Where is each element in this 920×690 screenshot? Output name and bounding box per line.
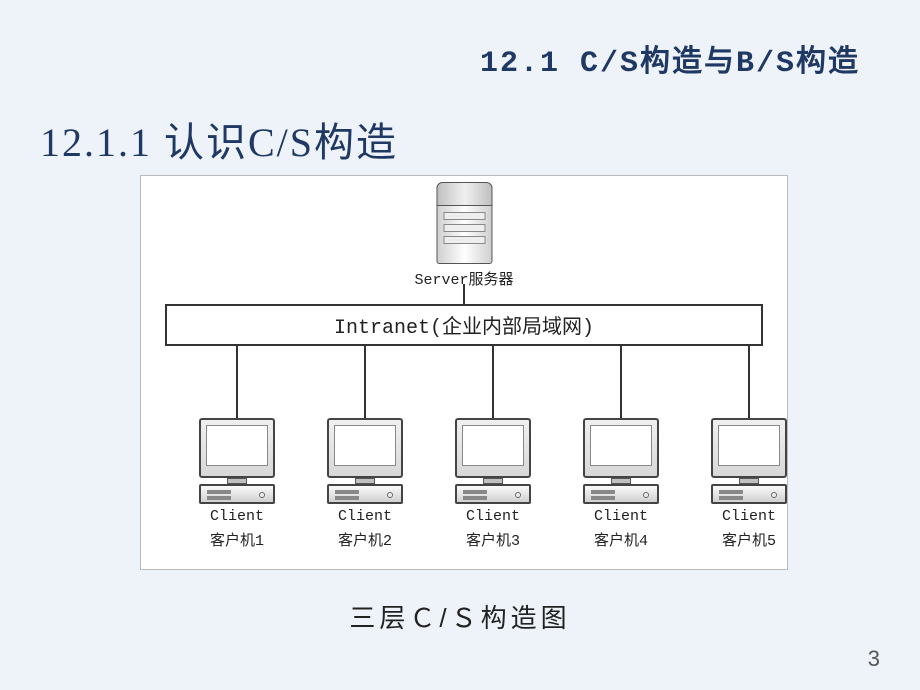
client-connection-line bbox=[364, 346, 366, 418]
monitor-icon bbox=[199, 418, 275, 478]
client-label-en: Client bbox=[187, 508, 287, 525]
pc-base-icon bbox=[455, 484, 531, 504]
client-label-en: Client bbox=[699, 508, 799, 525]
monitor-icon bbox=[583, 418, 659, 478]
client-node: Client 客户机4 bbox=[571, 418, 671, 550]
client-label-en: Client bbox=[443, 508, 543, 525]
client-label-cn: 客户机4 bbox=[571, 529, 671, 550]
client-label-cn: 客户机3 bbox=[443, 529, 543, 550]
client-node: Client 客户机2 bbox=[315, 418, 415, 550]
client-node: Client 客户机1 bbox=[187, 418, 287, 550]
pc-base-icon bbox=[583, 484, 659, 504]
client-node: Client 客户机3 bbox=[443, 418, 543, 550]
server-connection-line bbox=[463, 284, 465, 304]
client-node: Client 客户机5 bbox=[699, 418, 799, 550]
intranet-label: Intranet(企业内部局域网) bbox=[334, 310, 594, 340]
pc-base-icon bbox=[711, 484, 787, 504]
server-icon bbox=[436, 182, 492, 264]
pc-base-icon bbox=[199, 484, 275, 504]
client-connection-line bbox=[620, 346, 622, 418]
client-connection-line bbox=[236, 346, 238, 418]
section-header: 12.1 C/S构造与B/S构造 bbox=[480, 36, 860, 81]
diagram-caption: 三层Ｃ/Ｓ构造图 bbox=[0, 598, 920, 635]
subsection-title: 12.1.1 认识C/S构造 bbox=[40, 110, 398, 168]
pc-base-icon bbox=[327, 484, 403, 504]
server-node: Server服务器 bbox=[414, 182, 513, 289]
client-connection-line bbox=[492, 346, 494, 418]
client-label-en: Client bbox=[315, 508, 415, 525]
monitor-icon bbox=[327, 418, 403, 478]
client-label-cn: 客户机1 bbox=[187, 529, 287, 550]
client-label-cn: 客户机5 bbox=[699, 529, 799, 550]
client-label-en: Client bbox=[571, 508, 671, 525]
cs-architecture-diagram: Server服务器 Intranet(企业内部局域网) Client 客户机1 … bbox=[140, 175, 788, 570]
monitor-icon bbox=[711, 418, 787, 478]
page-number: 3 bbox=[868, 646, 880, 672]
monitor-icon bbox=[455, 418, 531, 478]
client-connection-line bbox=[748, 346, 750, 418]
client-label-cn: 客户机2 bbox=[315, 529, 415, 550]
intranet-box: Intranet(企业内部局域网) bbox=[165, 304, 763, 346]
